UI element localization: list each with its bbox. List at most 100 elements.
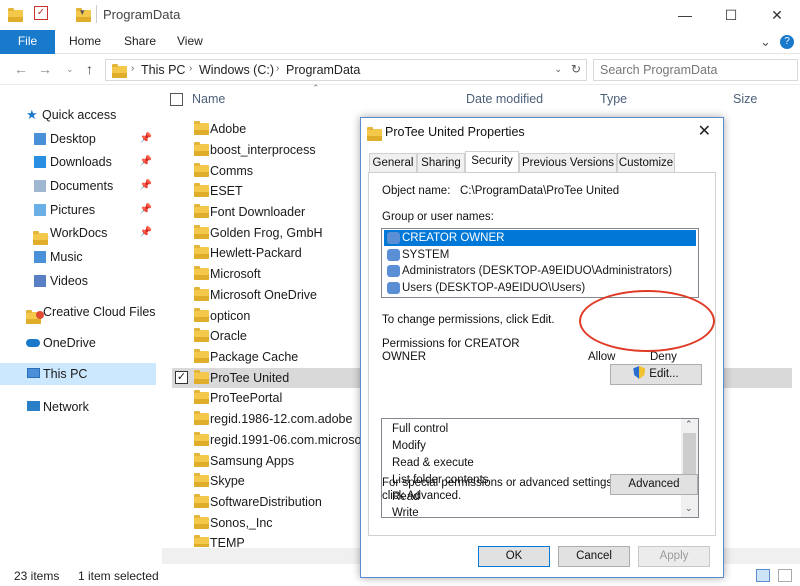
back-arrow-icon[interactable]: ← [14, 61, 28, 77]
user-name: CREATOR OWNER [402, 232, 505, 244]
tab-view[interactable]: View [177, 30, 203, 54]
maximize-button[interactable]: ☐ [708, 0, 754, 30]
user-item-system[interactable]: SYSTEM [384, 247, 696, 263]
customize-toolbar-icon[interactable]: ▾ [80, 7, 85, 18]
minimize-button[interactable]: — [662, 0, 708, 30]
properties-icon[interactable]: ✓ [34, 6, 48, 20]
file-row[interactable]: TEMP [172, 533, 372, 547]
pin-icon[interactable]: 📌 [140, 199, 152, 221]
file-row[interactable]: Comms [172, 161, 372, 181]
file-row[interactable]: Sonos,_Inc [172, 513, 372, 533]
edit-button[interactable]: Edit... [610, 364, 702, 385]
tab-home[interactable]: Home [69, 30, 101, 54]
user-name: Administrators (DESKTOP-A9EIDUO\Administ… [402, 265, 673, 277]
file-row[interactable]: Golden Frog, GmbH [172, 223, 372, 243]
up-arrow-icon[interactable]: ↑ [86, 61, 93, 77]
file-name: Golden Frog, GmbH [210, 226, 323, 240]
nav-downloads[interactable]: Downloads 📌 [0, 151, 156, 173]
chevron-down-icon[interactable]: ⌄ [760, 30, 771, 54]
file-row[interactable]: Skype [172, 471, 372, 491]
file-row[interactable]: Package Cache [172, 347, 372, 367]
forward-arrow-icon[interactable]: → [38, 61, 52, 77]
pin-icon[interactable]: 📌 [140, 222, 152, 244]
ok-button[interactable]: OK [478, 546, 550, 567]
row-checkbox[interactable]: ✓ [175, 371, 188, 384]
file-row[interactable]: Font Downloader [172, 202, 372, 222]
user-item-administrators[interactable]: Administrators (DESKTOP-A9EIDUO\Administ… [384, 263, 696, 279]
advanced-button[interactable]: Advanced [610, 474, 698, 495]
large-icons-view-icon[interactable] [778, 569, 792, 582]
file-row[interactable]: SoftwareDistribution [172, 492, 372, 512]
file-row[interactable]: regid.1991-06.com.microsoft [172, 430, 372, 450]
file-row[interactable]: boost_interprocess [172, 140, 372, 160]
select-all-checkbox[interactable] [170, 93, 183, 106]
recent-chevron-icon[interactable]: ⌄ [66, 64, 74, 75]
column-header-date[interactable]: Date modified [466, 92, 543, 106]
divider [96, 5, 97, 23]
tab-sharing[interactable]: Sharing [417, 153, 465, 172]
nav-creative-cloud-files[interactable]: Creative Cloud Files [0, 301, 156, 324]
nav-this-pc[interactable]: This PC [0, 363, 156, 385]
file-row[interactable]: Samsung Apps [172, 451, 372, 471]
file-name: Package Cache [210, 350, 299, 364]
desktop-icon [34, 133, 46, 145]
nav-network[interactable]: Network [0, 396, 156, 418]
pin-icon[interactable]: 📌 [140, 175, 152, 197]
breadcrumb-windows-c[interactable]: Windows (C:) [199, 63, 274, 77]
permissions-scrollbar[interactable]: ⌃ ⌄ [681, 419, 698, 517]
details-view-icon[interactable] [756, 569, 770, 582]
file-name: SoftwareDistribution [210, 495, 322, 509]
file-row[interactable]: ProTeePortal [172, 388, 372, 408]
nav-label: This PC [43, 367, 88, 381]
tab-share[interactable]: Share [124, 30, 156, 54]
nav-workdocs[interactable]: WorkDocs 📌 [0, 222, 156, 245]
address-dropdown-icon[interactable]: ⌄ [554, 64, 562, 75]
folder-icon [112, 63, 127, 78]
tab-general[interactable]: General [369, 153, 417, 172]
user-list: CREATOR OWNER SYSTEM Administrators (DES… [381, 228, 699, 298]
nav-music[interactable]: Music [0, 246, 156, 268]
nav-videos[interactable]: Videos [0, 270, 156, 292]
permission-read-execute: Read & execute [392, 457, 474, 469]
file-row[interactable]: Hewlett-Packard [172, 243, 372, 263]
nav-onedrive[interactable]: OneDrive [0, 332, 156, 354]
pin-icon[interactable]: 📌 [140, 128, 152, 150]
nav-quick-access[interactable]: ★ Quick access [0, 104, 156, 126]
breadcrumb-this-pc[interactable]: This PC [141, 63, 185, 77]
refresh-icon[interactable]: ↻ [571, 62, 581, 76]
tab-file[interactable]: File [0, 30, 55, 54]
folder-icon [194, 142, 209, 156]
apply-button[interactable]: Apply [638, 546, 710, 567]
address-bar[interactable]: › This PC › Windows (C:) › ProgramData ⌄… [105, 59, 587, 81]
nav-desktop[interactable]: Desktop 📌 [0, 128, 156, 150]
cancel-button[interactable]: Cancel [558, 546, 630, 567]
scroll-down-icon[interactable]: ⌄ [685, 503, 693, 514]
breadcrumb-programdata[interactable]: ProgramData [286, 63, 360, 77]
file-row[interactable]: Oracle [172, 326, 372, 346]
file-row[interactable]: Microsoft [172, 264, 372, 284]
user-item-creator-owner[interactable]: CREATOR OWNER [384, 230, 696, 246]
dialog-close-button[interactable]: ✕ [698, 121, 711, 141]
file-row[interactable]: opticon [172, 306, 372, 326]
pin-icon[interactable]: 📌 [140, 151, 152, 173]
file-row[interactable]: regid.1986-12.com.adobe [172, 409, 372, 429]
nav-pictures[interactable]: Pictures 📌 [0, 199, 156, 221]
scroll-up-icon[interactable]: ⌃ [685, 419, 693, 430]
close-button[interactable]: ✕ [754, 0, 800, 30]
tab-customize[interactable]: Customize [617, 153, 675, 172]
column-header-type[interactable]: Type [600, 92, 627, 106]
folder-icon [194, 494, 209, 508]
file-name: TEMP [210, 536, 245, 547]
column-header-size[interactable]: Size [733, 92, 757, 106]
file-row[interactable]: Adobe [172, 119, 372, 139]
file-row[interactable]: ESET [172, 181, 372, 201]
file-row[interactable]: Microsoft OneDrive [172, 285, 372, 305]
column-header-name[interactable]: Name [192, 92, 225, 106]
search-input[interactable]: Search ProgramData [593, 59, 798, 81]
help-icon[interactable]: ? [780, 35, 794, 49]
folder-icon [194, 121, 209, 135]
music-icon [34, 251, 46, 263]
tab-previous-versions[interactable]: Previous Versions [519, 153, 617, 172]
nav-documents[interactable]: Documents 📌 [0, 175, 156, 197]
tab-security[interactable]: Security [465, 151, 519, 173]
